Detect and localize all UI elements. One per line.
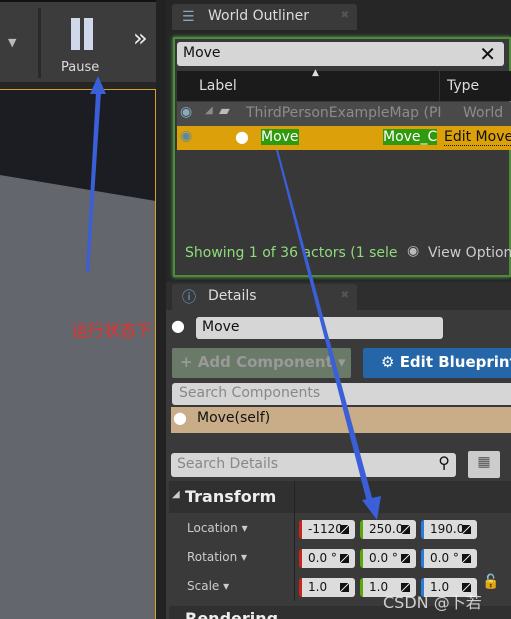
- location-z[interactable]: 190.0: [421, 520, 477, 539]
- property-matrix-button[interactable]: ▦: [468, 451, 500, 478]
- watermark: CSDN @卜若: [383, 593, 482, 612]
- ground-plane: [0, 175, 155, 619]
- component-label: Move(self): [197, 410, 271, 426]
- table-row-selected[interactable]: ◉ ● Move Move_C Edit Move: [177, 126, 511, 150]
- row-type: World: [463, 105, 504, 121]
- view-options-button[interactable]: View Option: [428, 245, 511, 261]
- location-x[interactable]: -1120: [299, 520, 355, 539]
- location-label[interactable]: Location ▾: [187, 521, 248, 535]
- outliner-body: Move ✕ ▲ Label Type ◉ ◢ ▰ ThirdPersonExa…: [173, 37, 511, 277]
- caret-down-icon[interactable]: ▼: [8, 36, 16, 49]
- eye-icon: ◉: [407, 243, 420, 259]
- edit-blueprint-button[interactable]: ⚙ Edit Blueprint: [363, 348, 511, 378]
- eye-icon[interactable]: ◉: [180, 128, 192, 144]
- table-row[interactable]: ◉ ◢ ▰ ThirdPersonExampleMap (PI World: [177, 102, 511, 126]
- viewport[interactable]: [0, 89, 156, 619]
- label: Scale: [187, 579, 220, 593]
- actor-name-input[interactable]: Move: [196, 317, 443, 339]
- section-rendering[interactable]: Rendering: [185, 609, 278, 619]
- tab-details[interactable]: ⓘ Details ✖: [172, 284, 357, 310]
- clear-icon[interactable]: ✕: [479, 42, 496, 66]
- search-icon: ⚲: [438, 453, 450, 472]
- edit-move-link[interactable]: Edit Move: [444, 129, 511, 146]
- gears-icon: ⚙: [381, 353, 395, 371]
- row-type: Move_C: [383, 129, 438, 145]
- col-label[interactable]: Label: [199, 78, 237, 94]
- lock-icon[interactable]: 🔓: [482, 574, 499, 590]
- scale-label[interactable]: Scale ▾: [187, 579, 229, 593]
- column-header: ▲ Label Type: [177, 68, 511, 101]
- divider: [38, 8, 41, 78]
- rotation-y[interactable]: 0.0 °: [360, 549, 416, 568]
- sphere-icon: ●: [171, 316, 185, 335]
- info-icon: ⓘ: [182, 290, 196, 306]
- sphere-icon: ●: [173, 408, 187, 427]
- close-icon[interactable]: ✖: [341, 290, 349, 301]
- row-label: ThirdPersonExampleMap (PI: [246, 105, 442, 121]
- collapse-icon[interactable]: ◢: [205, 105, 213, 116]
- scale-x[interactable]: 1.0: [299, 578, 355, 597]
- toolbar: ▼ Pause »: [0, 0, 162, 82]
- grid-icon: ▦: [477, 454, 491, 470]
- collapse-icon[interactable]: ◢: [172, 489, 180, 500]
- rotation-label[interactable]: Rotation ▾: [187, 550, 247, 564]
- button-label: Edit Blueprint: [399, 353, 511, 371]
- label: Location: [187, 521, 238, 535]
- sphere-icon: ●: [235, 127, 249, 146]
- outliner-search-input[interactable]: Move ✕: [177, 42, 504, 66]
- tab-world-outliner[interactable]: ☰ World Outliner ✖: [172, 4, 357, 30]
- details-panel: ⓘ Details ✖ ● Move + Add Component ▾ ⚙ E…: [166, 282, 511, 619]
- list-icon: ☰: [182, 9, 195, 25]
- location-y[interactable]: 250.0: [360, 520, 416, 539]
- annotation-text: 运行状态下: [72, 321, 153, 340]
- pause-label: Pause: [61, 60, 100, 75]
- tab-title: Details: [208, 288, 257, 304]
- world-outliner-panel: ☰ World Outliner ✖ Move ✕ ▲ Label Type ◉…: [166, 0, 511, 280]
- search-value: Move: [183, 45, 221, 61]
- button-label: + Add Component ▾: [180, 353, 346, 371]
- add-component-button[interactable]: + Add Component ▾: [172, 348, 351, 378]
- chevrons-right-icon[interactable]: »: [133, 24, 148, 52]
- map-icon: ▰: [219, 103, 230, 119]
- rotation-z[interactable]: 0.0 °: [421, 549, 477, 568]
- close-icon[interactable]: ✖: [341, 10, 349, 21]
- section-transform[interactable]: Transform: [185, 487, 276, 506]
- status-text: Showing 1 of 36 actors (1 sele: [185, 245, 398, 261]
- pause-button[interactable]: Pause: [55, 12, 110, 80]
- search-details-input[interactable]: Search Details ⚲: [171, 453, 456, 477]
- label: Rotation: [187, 550, 238, 564]
- eye-icon[interactable]: ◉: [180, 104, 192, 120]
- component-row-self[interactable]: ● Move(self): [171, 407, 511, 433]
- row-label: Move: [261, 129, 299, 145]
- search-components-input[interactable]: Search Components: [172, 383, 511, 405]
- placeholder: Search Details: [177, 456, 279, 472]
- rotation-x[interactable]: 0.0 °: [299, 549, 355, 568]
- sort-icon: ▲: [312, 68, 319, 78]
- name-value: Move: [202, 319, 240, 335]
- col-type[interactable]: Type: [447, 78, 479, 94]
- splitter[interactable]: [156, 0, 166, 619]
- placeholder: Search Components: [179, 385, 321, 401]
- pause-icon: [71, 18, 95, 50]
- tab-title: World Outliner: [208, 8, 309, 24]
